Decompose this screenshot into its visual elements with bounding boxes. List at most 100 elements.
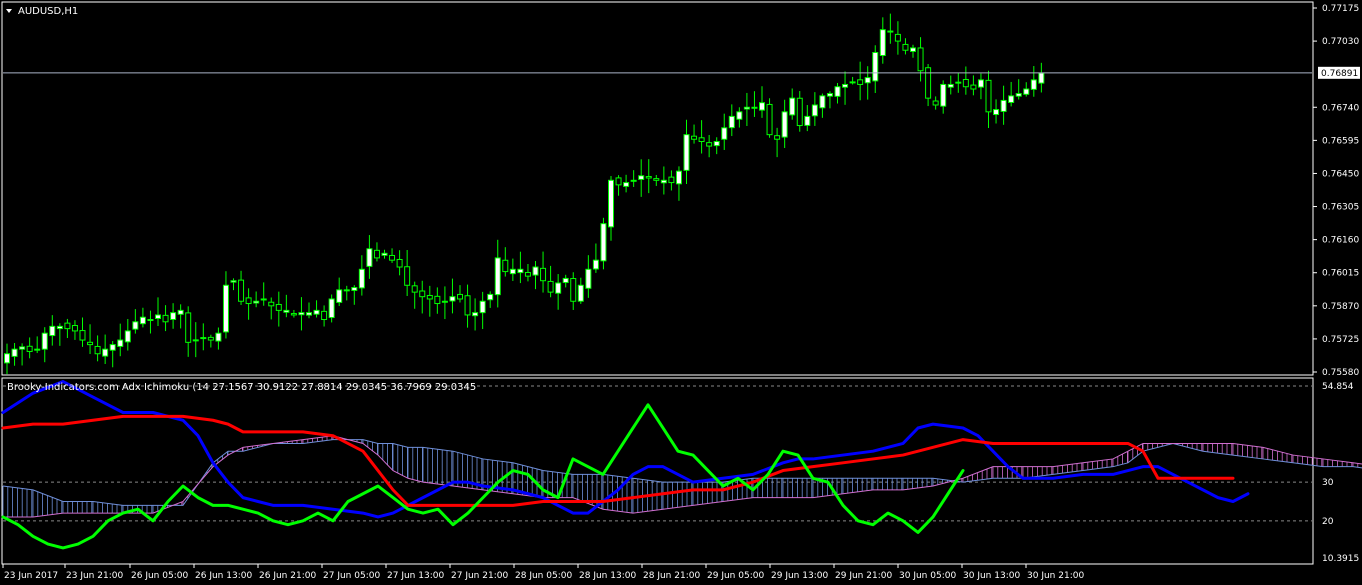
candle-body	[608, 179, 614, 228]
candle-body	[555, 282, 562, 294]
candle-body	[343, 289, 350, 292]
candle-body	[170, 312, 177, 320]
candle-body	[238, 279, 245, 302]
candle-body	[774, 135, 781, 140]
price-panel[interactable]: AUDUSD,H1	[1, 1, 1314, 376]
candle-body	[396, 258, 403, 268]
candle-body	[139, 316, 146, 325]
candle-body	[449, 296, 456, 302]
candle-body	[925, 67, 932, 99]
candle-body	[872, 52, 879, 82]
candle-body	[117, 339, 124, 347]
candle-body	[283, 309, 290, 313]
candle-body	[977, 79, 984, 88]
candle-body	[426, 294, 433, 300]
candle-body	[675, 170, 682, 185]
candle-body	[41, 332, 48, 350]
candle-body	[34, 348, 41, 351]
time-tick-label: 27 Jun 13:00	[387, 571, 444, 581]
candle-body	[313, 309, 320, 315]
candle-body	[147, 319, 154, 322]
candle-body	[373, 249, 380, 259]
candle-body	[94, 345, 101, 355]
candle-body	[177, 309, 184, 315]
candle-body	[102, 348, 109, 357]
candle-body	[683, 134, 690, 171]
candle-body	[298, 312, 305, 316]
candle-body	[389, 254, 396, 261]
candle-body	[736, 111, 743, 120]
time-tick-label: 26 Jun 05:00	[131, 571, 188, 581]
candle-body	[834, 86, 841, 97]
candle-body	[71, 325, 78, 332]
candle-body	[441, 300, 448, 303]
candle-body	[532, 266, 539, 276]
candle-body	[4, 353, 10, 364]
price-tick-label: 0.75580	[1322, 368, 1359, 378]
candle-body	[713, 141, 720, 147]
candle-body	[917, 47, 924, 72]
candle-body	[472, 312, 479, 317]
candle-body	[321, 310, 328, 321]
indicator-tick-label: 20	[1322, 517, 1334, 527]
price-tick-label: 0.75870	[1322, 302, 1359, 312]
candle-body	[910, 47, 916, 52]
candle-body	[585, 268, 592, 289]
candle-body	[411, 285, 418, 293]
time-tick-label: 28 Jun 05:00	[515, 571, 572, 581]
candle-body	[275, 303, 282, 311]
candle-body	[759, 102, 765, 111]
candle-body	[864, 77, 871, 84]
candle-body	[162, 314, 169, 323]
candle-body	[615, 177, 622, 186]
candle-body	[789, 97, 796, 116]
indicator-panel-border	[1, 377, 1314, 565]
candle-body	[87, 341, 94, 346]
price-tick-label: 0.76740	[1322, 103, 1359, 113]
current-price-label: 0.76891	[1321, 69, 1358, 79]
price-panel-border	[1, 1, 1314, 376]
candle-body	[222, 284, 229, 333]
indicator-axis: 54.854 30 20 10.3915	[1322, 382, 1359, 564]
candle-body	[540, 267, 547, 282]
candle-body	[366, 248, 373, 267]
candle-body	[457, 293, 463, 300]
candle-body	[970, 84, 977, 90]
indicator-title: Brooky-Indicators.com Adx Ichimoku (14 2…	[7, 382, 476, 393]
candle-body	[985, 79, 992, 113]
indicator-tick-label: 10.3915	[1322, 554, 1359, 564]
candle-body	[562, 277, 569, 284]
indicator-panel[interactable]: Brooky-Indicators.com Adx Ichimoku (14 2…	[1, 377, 1362, 565]
candle-body	[434, 295, 441, 305]
candle-body	[698, 137, 705, 143]
candle-body	[11, 348, 18, 357]
candle-body	[479, 300, 486, 314]
candle-body	[819, 95, 826, 109]
candle-body	[464, 295, 471, 316]
time-tick-label: 30 Jun 05:00	[899, 571, 956, 581]
candle-body	[1008, 95, 1015, 103]
candle-body	[1015, 93, 1022, 97]
candle-body	[336, 289, 343, 303]
candle-body	[245, 297, 252, 305]
candle-body	[894, 33, 901, 42]
candle-body	[215, 332, 222, 342]
price-tick-label: 0.77175	[1322, 4, 1359, 14]
candle-body	[796, 97, 803, 127]
candle-body	[419, 290, 426, 298]
price-tick-label: 0.77030	[1322, 37, 1359, 47]
time-tick-label: 26 Jun 21:00	[259, 571, 316, 581]
candle-body	[811, 104, 818, 117]
time-tick-label: 29 Jun 13:00	[771, 571, 828, 581]
candle-body	[766, 103, 773, 136]
chart-window: AUDUSD,H1 0.771750.770300.767400.765950.…	[1, 1, 1362, 581]
candle-body	[49, 325, 56, 337]
candle-body	[842, 83, 849, 88]
candle-body	[109, 344, 116, 351]
candle-body	[19, 346, 26, 350]
candle	[766, 98, 773, 138]
candle-body	[887, 30, 894, 33]
candle-body	[826, 93, 833, 97]
candle-body	[351, 287, 358, 291]
candle-body	[381, 252, 388, 256]
